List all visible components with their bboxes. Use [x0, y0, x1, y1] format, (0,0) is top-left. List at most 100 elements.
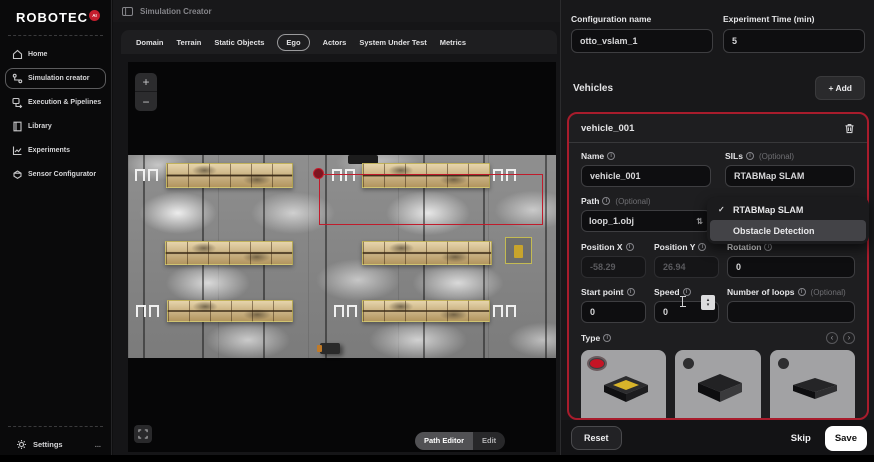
info-icon	[603, 334, 611, 342]
number-stepper[interactable]: ▴▾	[701, 295, 715, 310]
carousel-prev-button[interactable]: ‹	[826, 332, 838, 344]
radio-unselected-icon	[683, 358, 694, 369]
number-of-loops-field-group: Number of loops(Optional)	[727, 287, 855, 323]
experiments-icon	[12, 145, 23, 156]
save-button[interactable]: Save	[825, 426, 867, 451]
tab-system-under-test[interactable]: System Under Test	[359, 38, 426, 47]
info-icon	[602, 197, 610, 205]
rotation-input[interactable]	[727, 256, 855, 278]
position-x-input	[581, 256, 646, 278]
shelf-row	[166, 163, 293, 188]
experiment-time-field-group: Experiment Time (min)	[723, 14, 865, 53]
path-select[interactable]: loop_1.obj ⇅	[581, 210, 711, 232]
position-x-label: Position X	[581, 242, 646, 252]
trash-icon[interactable]	[844, 123, 855, 134]
configuration-name-field-group: Configuration name	[571, 14, 713, 53]
info-icon	[746, 152, 754, 160]
sidebar-item-sensor-configurator[interactable]: Sensor Configurator	[5, 164, 106, 185]
configuration-name-input[interactable]	[571, 29, 713, 53]
warehouse-map[interactable]	[128, 155, 556, 358]
logo: ROBOTEC AI	[0, 0, 111, 33]
path-editor-toggle[interactable]: Path Editor	[415, 432, 473, 450]
tab-terrain[interactable]: Terrain	[177, 38, 202, 47]
add-vehicle-button[interactable]: + Add	[815, 76, 865, 100]
sidebar-item-simulation-creator[interactable]: Simulation creator	[5, 68, 106, 89]
vehicle-name-input[interactable]	[581, 165, 711, 187]
library-icon	[12, 121, 23, 132]
sidebar-item-experiments[interactable]: Experiments	[5, 140, 106, 161]
vehicle-type-option-1[interactable]	[581, 350, 666, 420]
path-start-point-handle[interactable]	[313, 168, 324, 179]
edit-toggle[interactable]: Edit	[473, 432, 505, 450]
path-label: Path(Optional)	[581, 196, 711, 206]
path-selection-rectangle[interactable]	[319, 174, 543, 225]
radio-unselected-icon	[778, 358, 789, 369]
speed-field-group: Speed ▴▾	[654, 287, 719, 323]
sidebar-nav: Home Simulation creator Execution & Pipe…	[0, 42, 111, 190]
experiment-time-input[interactable]	[723, 29, 865, 53]
zoom-out-button[interactable]: −	[135, 92, 157, 111]
start-point-field-group: Start point	[581, 287, 646, 323]
topbar: Simulation Creator	[113, 0, 560, 22]
execution-pipelines-icon	[12, 97, 23, 108]
tab-actors[interactable]: Actors	[323, 38, 347, 47]
sidebar-item-library[interactable]: Library	[5, 116, 106, 137]
sils-input[interactable]	[725, 165, 855, 187]
column-line	[143, 155, 145, 358]
tab-ego[interactable]: Ego	[277, 34, 309, 51]
dropdown-option-rtabmap-slam[interactable]: RTABMap SLAM	[710, 199, 866, 220]
sidebar: ROBOTEC AI Home Simulation creator Execu…	[0, 0, 112, 462]
sidebar-bottom: Settings ...	[0, 424, 111, 452]
number-of-loops-input[interactable]	[727, 301, 855, 323]
editor-mode-toggle: Path Editor Edit	[415, 432, 505, 450]
tab-static-objects[interactable]: Static Objects	[214, 38, 264, 47]
type-label: Type	[581, 333, 611, 343]
dropdown-option-obstacle-detection[interactable]: Obstacle Detection	[710, 220, 866, 241]
rotation-field-group: Rotation	[727, 242, 855, 278]
vehicles-heading: Vehicles	[573, 83, 613, 94]
sils-dropdown: RTABMap SLAM Obstacle Detection	[707, 197, 869, 244]
shelf-row	[165, 241, 293, 265]
divider	[8, 426, 103, 427]
text-cursor	[680, 296, 686, 307]
simulation-viewport[interactable]: + −	[128, 62, 556, 452]
tab-domain[interactable]: Domain	[136, 38, 164, 47]
info-icon	[698, 243, 706, 251]
info-icon	[607, 152, 615, 160]
sidebar-item-execution-pipelines[interactable]: Execution & Pipelines	[5, 92, 106, 113]
vehicle-type-option-2[interactable]	[675, 350, 760, 420]
fullscreen-button[interactable]	[134, 425, 152, 443]
zoom-in-button[interactable]: +	[135, 73, 157, 92]
panel-footer: Reset Skip Save	[561, 420, 874, 456]
reset-button[interactable]: Reset	[571, 426, 622, 450]
bottom-bar	[0, 455, 874, 462]
configuration-panel: Configuration name Experiment Time (min)…	[560, 0, 874, 462]
configuration-name-label: Configuration name	[571, 14, 713, 24]
shelf-row	[167, 300, 293, 322]
vehicle-type-option-3[interactable]	[770, 350, 855, 420]
main-content: Domain Terrain Static Objects Ego Actors…	[113, 22, 560, 455]
logo-ai-badge: AI	[89, 10, 100, 21]
position-x-field-group: Position X	[581, 242, 646, 278]
sils-label: SILs(Optional)	[725, 151, 855, 161]
more-options-button[interactable]: ...	[95, 440, 101, 449]
rack-end-bracket	[334, 305, 357, 317]
info-icon	[798, 288, 806, 296]
skip-button[interactable]: Skip	[791, 433, 811, 444]
carousel-next-button[interactable]: ›	[843, 332, 855, 344]
tab-metrics[interactable]: Metrics	[440, 38, 466, 47]
simulation-creator-icon	[12, 73, 23, 84]
info-icon	[764, 243, 772, 251]
ego-robot[interactable]	[320, 343, 340, 354]
sidebar-toggle-icon[interactable]	[122, 7, 133, 16]
number-of-loops-label: Number of loops(Optional)	[727, 287, 855, 297]
vehicle-card: vehicle_001 Name SILs(Optional) Path(Opt…	[567, 112, 869, 420]
start-point-input[interactable]	[581, 301, 646, 323]
column-line	[545, 155, 547, 358]
select-chevrons-icon: ⇅	[696, 217, 703, 226]
sidebar-item-home[interactable]: Home	[5, 44, 106, 65]
sidebar-item-settings[interactable]: Settings ...	[0, 433, 111, 452]
radio-selected-icon	[589, 358, 605, 369]
vehicle-type-image-2	[692, 372, 748, 408]
rack-end-bracket	[493, 305, 516, 317]
